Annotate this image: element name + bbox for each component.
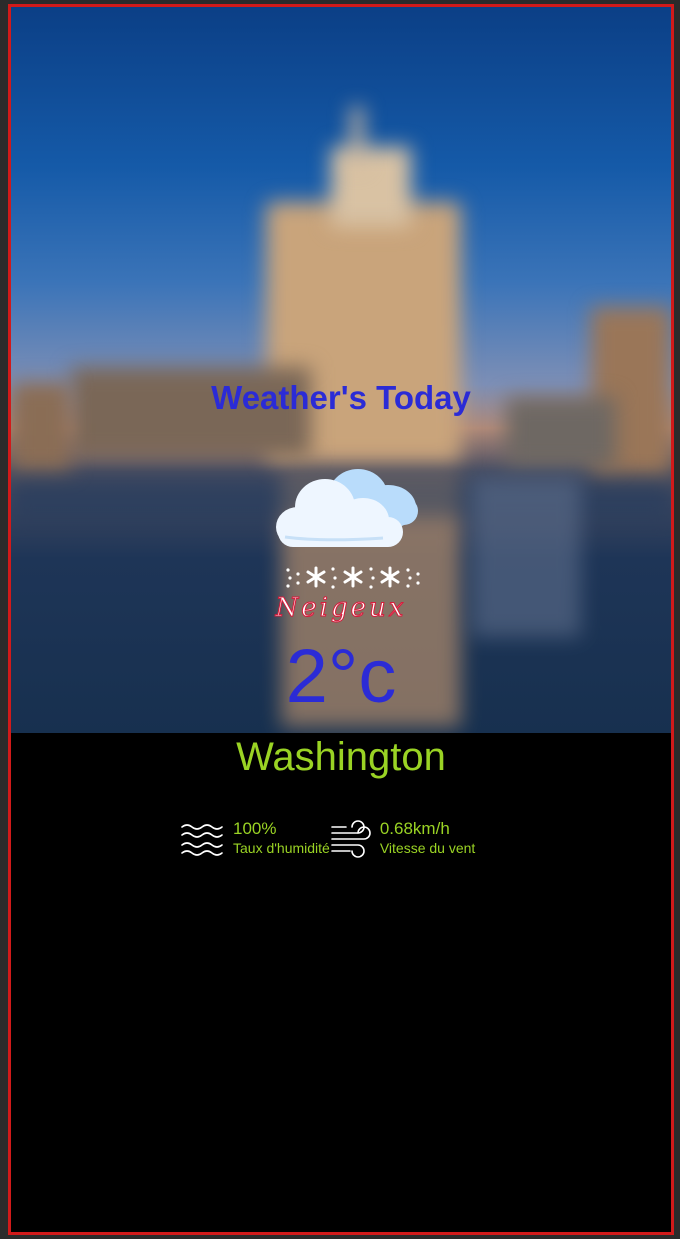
weather-stats: 100% Taux d'humidité 0.68km/h Vitesse du… (181, 819, 475, 859)
app-title: Weather's Today (211, 379, 471, 416)
background-image: Weather's Today Neigeux 2°c (11, 7, 671, 733)
wind-value: 0.68km/h (379, 819, 450, 838)
wind-label: Vitesse du vent (379, 840, 476, 856)
humidity-stat: 100% Taux d'humidité (181, 819, 330, 859)
wind-stat: 0.68km/h Vitesse du vent (330, 819, 475, 859)
app-frame: Weather's Today Neigeux 2°c Washington 1… (8, 4, 674, 1235)
humidity-waves-icon (181, 824, 223, 856)
humidity-label: Taux d'humidité (233, 840, 330, 856)
humidity-value: 100% (233, 819, 277, 838)
temperature: 2°c (285, 634, 397, 719)
city-name: Washington (236, 735, 446, 779)
wind-icon (331, 820, 371, 858)
weather-condition: Neigeux (275, 593, 407, 624)
